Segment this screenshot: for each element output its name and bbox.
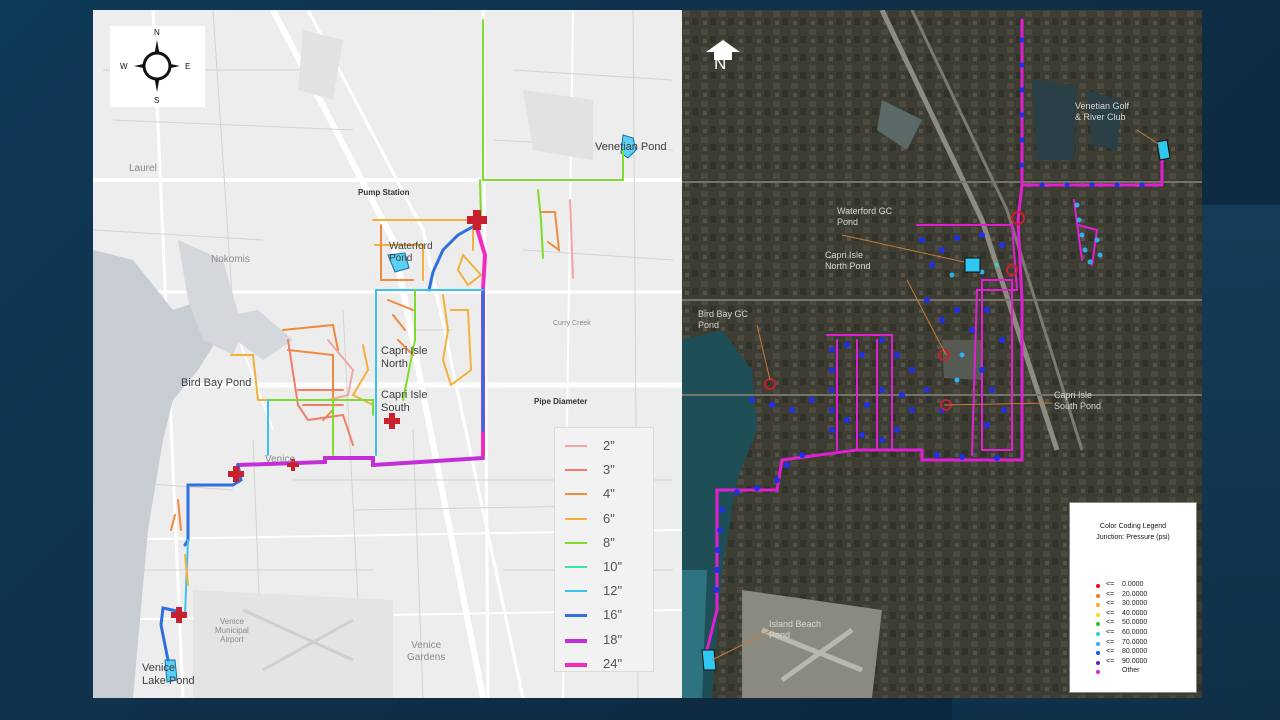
- pressure-legend-dot: [1096, 603, 1100, 608]
- pipe-legend-swatch: [565, 566, 587, 568]
- pressure-legend-dot: [1096, 660, 1100, 665]
- island-beach-pond-label: Island Beach Pond: [769, 619, 822, 640]
- pressure-legend-subtitle: Junction: Pressure (psi): [1096, 534, 1170, 541]
- pressure-legend-operator: <=: [1106, 657, 1115, 665]
- pump-station-label: Pump Station: [358, 188, 410, 197]
- pipe-legend-swatch: [565, 638, 587, 643]
- pipe-legend-label: 10": [603, 559, 623, 574]
- compass-west-label: W: [120, 62, 128, 71]
- north-label: N: [714, 54, 727, 73]
- pipe-legend-swatch: [565, 493, 587, 496]
- pressure-legend-value: 70.0000: [1122, 638, 1148, 646]
- pipe-legend-label: 16": [603, 607, 623, 623]
- place-label-laurel: Laurel: [129, 163, 157, 174]
- pipe-legend-swatch: [565, 445, 587, 447]
- pipe-legend-row: 6": [555, 509, 653, 531]
- pipe-legend-swatch: [565, 517, 587, 520]
- airport-area: [193, 590, 393, 698]
- pressure-legend-operator: <=: [1106, 609, 1115, 617]
- pipe-legend-swatch: [565, 541, 587, 544]
- pipe-diameter-label: Pipe Diameter: [534, 397, 588, 406]
- bird-bay-gc-pond-label: Bird Bay GC Pond: [698, 309, 749, 330]
- pressure-satellite-map[interactable]: N Venetian Golf & River Club Waterford G…: [682, 10, 1202, 698]
- pressure-legend-operator: <=: [1106, 648, 1115, 656]
- pipe-legend-label: 12": [603, 583, 623, 599]
- pressure-legend-value: Other: [1122, 667, 1140, 675]
- pressure-legend-operator: <=: [1106, 638, 1115, 646]
- pipe-legend-label: 4": [603, 486, 615, 502]
- island-beach-pond-shape: [701, 649, 717, 671]
- pressure-legend-dot: [1096, 584, 1100, 588]
- basemap-block: [298, 30, 343, 100]
- pressure-legend-operator: <=: [1106, 619, 1115, 627]
- pipe-legend-row: 12": [555, 581, 653, 603]
- pressure-legend-value: 30.0000: [1122, 600, 1148, 608]
- bird-bay-pond-label: Bird Bay Pond: [181, 377, 252, 389]
- pressure-legend: Color Coding Legend Junction: Pressure (…: [1069, 502, 1197, 693]
- pipe-legend-label: 18": [603, 631, 623, 647]
- pressure-legend-dot: [1096, 612, 1100, 617]
- pipe-legend-row: 2": [555, 436, 653, 458]
- pipe-legend-swatch: [565, 469, 587, 472]
- pressure-legend-value: 50.0000: [1122, 619, 1148, 627]
- pipe-legend-label: 6": [603, 510, 615, 526]
- place-label-venice-gardens: Venice Gardens: [407, 640, 446, 663]
- compass-east-label: E: [185, 62, 191, 71]
- waterford-pond-label: Waterford Pond: [389, 241, 433, 264]
- place-label-venice-airport: Venice Municipal Airport: [215, 617, 249, 644]
- pipe-diameter-legend: 2" 3" 4" 6" 8" 10" 12" 16" 18" 24": [554, 427, 654, 672]
- compass-north-label: N: [154, 28, 160, 37]
- capri-isle-north-pond-label: Capri Isle North Pond: [825, 250, 871, 271]
- place-label-nokomis: Nokomis: [211, 254, 250, 265]
- compass-rose: N S E W: [110, 26, 205, 107]
- venetian-golf-label: Venetian Golf & River Club: [1075, 101, 1130, 122]
- pressure-legend-value: 0.0000: [1122, 581, 1144, 588]
- pipe-legend-swatch: [565, 614, 587, 618]
- pressure-legend-dot: [1096, 622, 1100, 627]
- pressure-legend-value: 90.0000: [1122, 657, 1148, 665]
- pressure-legend-title: Color Coding Legend: [1099, 523, 1167, 530]
- pipe-legend-swatch: [565, 590, 587, 593]
- capri-isle-north-label: Capri Isle North: [381, 345, 428, 370]
- venice-lake-pond-label: Venice Lake Pond: [142, 662, 195, 687]
- pipe-legend-label: 2": [603, 438, 615, 453]
- pressure-legend-value: 40.0000: [1122, 609, 1148, 617]
- waterford-gc-pond-shape: [964, 257, 981, 273]
- basemap-block: [523, 90, 593, 160]
- pressure-legend-dot: [1096, 593, 1100, 598]
- compass-south-label: S: [154, 96, 160, 105]
- pressure-legend-dot: [1096, 651, 1100, 656]
- pipe-legend-row: 16": [555, 605, 653, 627]
- venetian-pond-label: Venetian Pond: [595, 141, 667, 153]
- pipe-legend-label: 3": [603, 462, 615, 478]
- pipe-legend-row: 3": [555, 460, 653, 482]
- pipe-legend-row: 8": [555, 533, 653, 555]
- pressure-legend-dot: [1096, 670, 1100, 675]
- pressure-legend-operator: <=: [1106, 581, 1115, 588]
- pipe-legend-label: 8": [603, 534, 615, 550]
- pressure-legend-value: 20.0000: [1122, 590, 1148, 598]
- pipe-network-map[interactable]: N S E W Laurel Nokomis Venice Venice Gar…: [93, 10, 682, 698]
- pipe-legend-row: 4": [555, 484, 653, 506]
- place-label-venice: Venice: [265, 454, 296, 465]
- lake-water: [1032, 80, 1077, 160]
- waterford-gc-pond-label: Waterford GC Pond: [837, 206, 893, 227]
- pressure-legend-dot: [1096, 632, 1100, 636]
- pipe-legend-row: 24": [555, 654, 653, 676]
- pipe-legend-label: 24": [603, 655, 623, 671]
- pressure-legend-dot: [1096, 641, 1100, 646]
- place-label-curry-creek: Curry Creek: [553, 320, 591, 327]
- pressure-legend-value: 80.0000: [1122, 648, 1148, 656]
- capri-isle-south-pond-label: Capri Isle South Pond: [1054, 390, 1102, 411]
- pressure-legend-operator: <=: [1106, 629, 1115, 636]
- pressure-legend-value: 60.0000: [1122, 629, 1148, 636]
- pipe-legend-row: 18": [555, 630, 653, 652]
- pipe-legend-swatch: [565, 662, 587, 667]
- capri-isle-south-label: Capri Isle South: [381, 389, 428, 414]
- pipe-legend-row: 10": [555, 557, 653, 579]
- pressure-legend-operator: <=: [1106, 600, 1115, 608]
- pressure-legend-operator: <=: [1106, 590, 1115, 598]
